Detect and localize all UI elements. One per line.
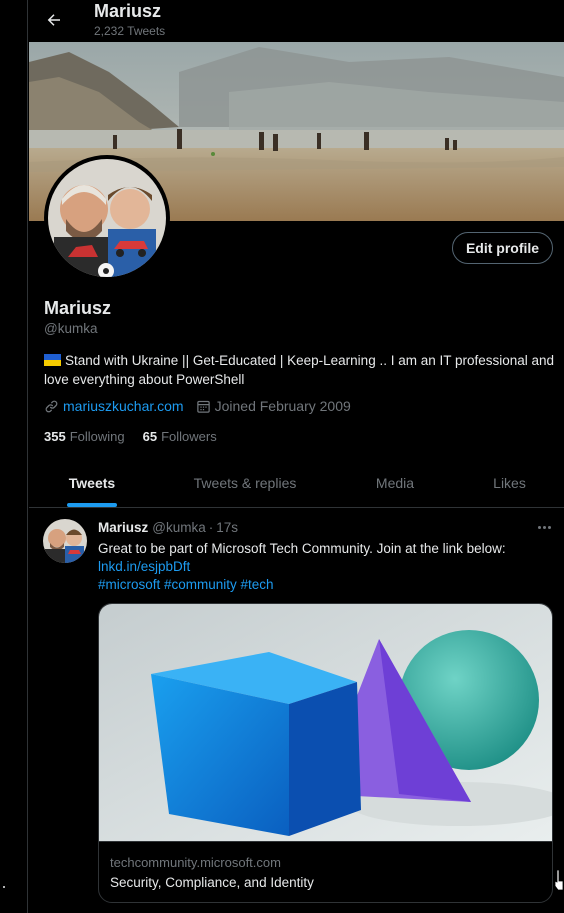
website-link[interactable]: mariuszkuchar.com — [63, 398, 184, 414]
left-rail — [0, 0, 28, 913]
tweet-header: Mariusz @kumka · 17s — [98, 520, 238, 535]
header-tweet-count: 2,232 Tweets — [94, 24, 166, 38]
left-dot — [3, 886, 5, 888]
follow-stats: 355 Following 65 Followers — [44, 429, 217, 444]
profile-handle: @kumka — [44, 321, 98, 336]
link-icon — [45, 400, 58, 412]
tweet-handle[interactable]: @kumka — [152, 520, 205, 535]
back-arrow-icon — [47, 14, 60, 26]
tweet-separator: · — [208, 520, 214, 535]
card-shapes-image — [99, 604, 552, 841]
followers-count: 65 — [142, 429, 158, 444]
tweet-avatar[interactable] — [43, 519, 87, 563]
tab-tweets[interactable]: Tweets — [29, 458, 155, 508]
tab-likes[interactable]: Likes — [455, 458, 564, 508]
profile-name: Mariusz — [44, 298, 112, 318]
tweet-body: Great to be part of Microsoft Tech Commu… — [98, 541, 506, 556]
card-footer: techcommunity.microsoft.com Security, Co… — [99, 841, 552, 902]
joined-date: Joined February 2009 — [214, 398, 351, 414]
followers-label: Followers — [161, 429, 217, 444]
profile-main: Mariusz 2,232 Tweets Edit profile Marius… — [29, 0, 564, 913]
following-label: Following — [69, 429, 125, 444]
header-name: Mariusz — [94, 1, 162, 21]
tab-media[interactable]: Media — [335, 458, 455, 508]
tab-tweets-replies[interactable]: Tweets & replies — [155, 458, 335, 508]
card-image — [99, 604, 552, 841]
tweet-time[interactable]: 17s — [216, 520, 238, 535]
tweet-author[interactable]: Mariusz — [98, 520, 148, 535]
mouse-cursor — [554, 869, 564, 891]
flag-ukraine-icon — [44, 354, 61, 366]
link-card[interactable]: techcommunity.microsoft.com Security, Co… — [98, 603, 553, 903]
back-button[interactable] — [41, 7, 67, 33]
following-count: 355 — [44, 429, 66, 444]
tweet[interactable]: Mariusz @kumka · 17s Great to be part of… — [29, 509, 564, 913]
following-link[interactable]: 355 Following — [44, 429, 125, 444]
active-tab-indicator — [67, 503, 117, 507]
bio-text: Stand with Ukraine || Get-Educated | Kee… — [44, 353, 555, 387]
profile-meta: mariuszkuchar.com Joined February 2009 — [44, 398, 351, 414]
profile-avatar[interactable] — [44, 155, 170, 281]
tweet-avatar-image — [43, 519, 87, 563]
tweet-text: Great to be part of Microsoft Tech Commu… — [98, 540, 548, 594]
calendar-icon — [196, 400, 210, 413]
profile-header: Mariusz 2,232 Tweets — [29, 0, 564, 42]
profile-bio: Stand with Ukraine || Get-Educated | Kee… — [44, 351, 556, 389]
avatar-image — [48, 159, 166, 277]
tweet-link[interactable]: lnkd.in/esjpbDft — [98, 558, 548, 576]
edit-profile-button[interactable]: Edit profile — [452, 232, 553, 264]
card-domain: techcommunity.microsoft.com — [110, 855, 281, 870]
followers-link[interactable]: 65 Followers — [143, 429, 217, 444]
more-icon[interactable] — [534, 519, 554, 535]
card-title: Security, Compliance, and Identity — [110, 875, 314, 890]
profile-tabs: Tweets Tweets & replies Media Likes — [29, 458, 564, 508]
tweet-hashtags[interactable]: #microsoft #community #tech — [98, 576, 548, 594]
